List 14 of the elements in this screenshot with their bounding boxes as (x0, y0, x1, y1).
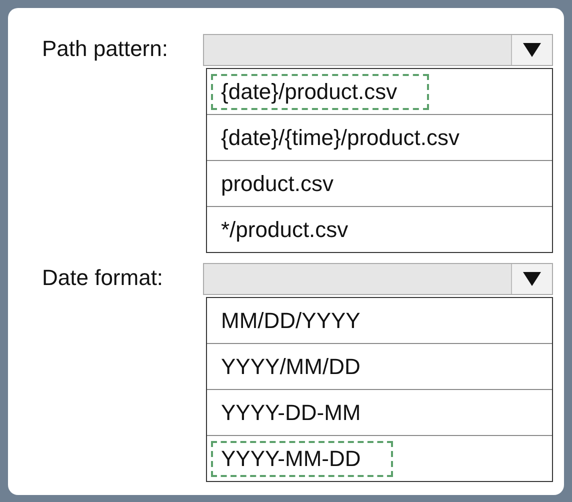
dropdown-option[interactable]: */product.csv (211, 212, 358, 248)
dropdown-option[interactable]: YYYY-MM-DD (211, 440, 393, 476)
dropdown-option[interactable]: YYYY-DD-MM (211, 394, 371, 430)
field-label: Path pattern: (41, 35, 169, 62)
dropdown-option[interactable]: MM/DD/YYYY (211, 302, 370, 338)
dropdown[interactable] (203, 34, 553, 66)
caret-icon (523, 272, 541, 286)
dropdown-option[interactable]: {date}/{time}/product.csv (211, 120, 470, 156)
dropdown-option[interactable]: YYYY/MM/DD (211, 348, 370, 384)
field-label: Date format: (41, 264, 164, 291)
caret-icon (523, 43, 541, 57)
dropdown-option[interactable]: {date}/product.csv (211, 74, 430, 110)
dropdown[interactable] (203, 263, 553, 295)
dropdown-option[interactable]: product.csv (211, 166, 344, 202)
